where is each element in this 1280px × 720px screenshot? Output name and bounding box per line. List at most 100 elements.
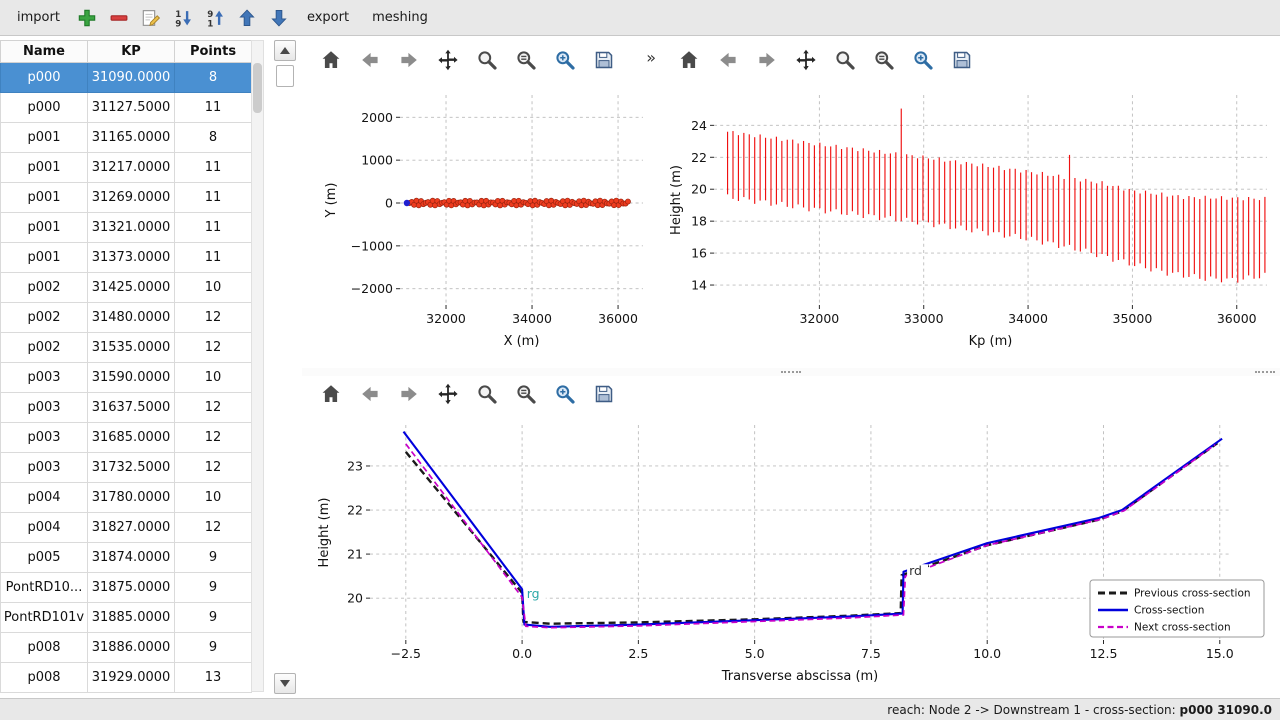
forward-button[interactable]	[395, 46, 423, 74]
table-row[interactable]: p00831886.00009	[1, 633, 252, 663]
customize-icon	[553, 48, 577, 72]
table-row[interactable]: p00331685.000012	[1, 423, 252, 453]
svg-text:1000: 1000	[361, 153, 393, 168]
table-row[interactable]: p00131269.000011	[1, 183, 252, 213]
forward-button[interactable]	[753, 46, 781, 74]
customize-button[interactable]	[551, 46, 579, 74]
save-button[interactable]	[948, 46, 976, 74]
table-row[interactable]: p00131321.000011	[1, 213, 252, 243]
table-cell: 12	[175, 513, 252, 543]
table-row[interactable]: p00131165.00008	[1, 123, 252, 153]
home-button[interactable]	[317, 380, 345, 408]
x-axis-label: Kp (m)	[969, 334, 1013, 349]
splitter-grip[interactable]	[1255, 371, 1275, 373]
table-cell: 31875.0000	[88, 573, 175, 603]
toolbar-overflow-button[interactable]: »	[646, 50, 656, 66]
svg-text:15.0: 15.0	[1206, 646, 1234, 661]
table-scrollbar[interactable]	[251, 40, 264, 692]
table-row[interactable]: PontRD101v31885.00009	[1, 603, 252, 633]
subplots-button[interactable]	[512, 380, 540, 408]
table-row[interactable]: p00331590.000010	[1, 363, 252, 393]
longitudinal-profile-chart[interactable]: 3200033000340003500036000141618202224Kp …	[660, 80, 1280, 364]
table-cell: 9	[175, 633, 252, 663]
table-row[interactable]: p00531874.00009	[1, 543, 252, 573]
list-scrollbar-thumb[interactable]	[276, 65, 294, 87]
back-button[interactable]	[356, 46, 384, 74]
legend-entry: Next cross-section	[1134, 622, 1231, 634]
table-row[interactable]: p00231535.000012	[1, 333, 252, 363]
table-cell: 8	[175, 123, 252, 153]
table-cell: 31217.0000	[88, 153, 175, 183]
table-row[interactable]: p00331732.500012	[1, 453, 252, 483]
legend-entry: Previous cross-section	[1134, 588, 1251, 600]
zoom-icon	[475, 382, 499, 406]
customize-button[interactable]	[551, 380, 579, 408]
table-row[interactable]: p00231425.000010	[1, 273, 252, 303]
scroll-down-button[interactable]	[274, 673, 296, 694]
pan-button[interactable]	[792, 46, 820, 74]
table-row[interactable]: p00831929.000013	[1, 663, 252, 693]
edit-cross-section-button[interactable]	[138, 4, 165, 31]
cross-section-chart[interactable]: −2.50.02.55.07.510.012.515.020212223Tran…	[302, 412, 1280, 694]
add-cross-section-button[interactable]	[74, 4, 101, 31]
move-up-button[interactable]	[234, 4, 261, 31]
home-button[interactable]	[675, 46, 703, 74]
forward-icon	[755, 48, 779, 72]
forward-button[interactable]	[395, 380, 423, 408]
zoom-button[interactable]	[831, 46, 859, 74]
import-menu[interactable]: import	[8, 5, 69, 30]
remove-cross-section-button[interactable]	[106, 4, 133, 31]
customize-icon	[553, 382, 577, 406]
svg-text:36000: 36000	[1217, 311, 1257, 326]
svg-text:5.0: 5.0	[745, 646, 765, 661]
subplots-icon	[514, 382, 538, 406]
zoom-button[interactable]	[473, 380, 501, 408]
plan-view-chart[interactable]: 320003400036000−2000−1000010002000X (m)Y…	[305, 80, 660, 364]
horizontal-splitter[interactable]	[302, 368, 1280, 376]
table-scrollbar-thumb[interactable]	[253, 63, 262, 113]
table-row[interactable]: p00331637.500012	[1, 393, 252, 423]
back-button[interactable]	[714, 46, 742, 74]
subplots-icon	[514, 48, 538, 72]
subplots-button[interactable]	[870, 46, 898, 74]
sort-descending-button[interactable]: 91	[202, 4, 229, 31]
table-cell: 9	[175, 603, 252, 633]
table-row[interactable]: p00431780.000010	[1, 483, 252, 513]
pan-button[interactable]	[434, 380, 462, 408]
save-button[interactable]	[590, 46, 618, 74]
sort-asc-icon: 19	[172, 7, 194, 29]
table-cell: 11	[175, 183, 252, 213]
save-button[interactable]	[590, 380, 618, 408]
meshing-menu[interactable]: meshing	[363, 5, 437, 30]
back-button[interactable]	[356, 380, 384, 408]
pan-button[interactable]	[434, 46, 462, 74]
column-header-kp[interactable]: KP	[88, 41, 175, 63]
arrow-up-icon	[236, 7, 258, 29]
scroll-up-button[interactable]	[274, 40, 296, 61]
table-cell: PontRD10...	[1, 573, 88, 603]
splitter-grip[interactable]	[781, 371, 801, 373]
move-down-button[interactable]	[266, 4, 293, 31]
export-menu[interactable]: export	[298, 5, 358, 30]
column-header-points[interactable]: Points	[175, 41, 252, 63]
menubar: import 19 91 export meshing	[0, 0, 1280, 36]
table-row[interactable]: PontRD10...31875.00009	[1, 573, 252, 603]
table-row[interactable]: p00031090.00008	[1, 63, 252, 93]
svg-text:18: 18	[691, 214, 707, 229]
table-cell: 13	[175, 663, 252, 693]
subplots-button[interactable]	[512, 46, 540, 74]
home-button[interactable]	[317, 46, 345, 74]
table-row[interactable]: p00431827.000012	[1, 513, 252, 543]
annotation-rg: rg	[527, 586, 540, 601]
zoom-button[interactable]	[473, 46, 501, 74]
table-row[interactable]: p00131373.000011	[1, 243, 252, 273]
table-cell: p001	[1, 213, 88, 243]
column-header-name[interactable]: Name	[1, 41, 88, 63]
table-row[interactable]: p00231480.000012	[1, 303, 252, 333]
table-row[interactable]: p00031127.500011	[1, 93, 252, 123]
sort-ascending-button[interactable]: 19	[170, 4, 197, 31]
save-icon	[592, 382, 616, 406]
table-row[interactable]: p00131217.000011	[1, 153, 252, 183]
customize-button[interactable]	[909, 46, 937, 74]
svg-text:9: 9	[176, 19, 182, 29]
